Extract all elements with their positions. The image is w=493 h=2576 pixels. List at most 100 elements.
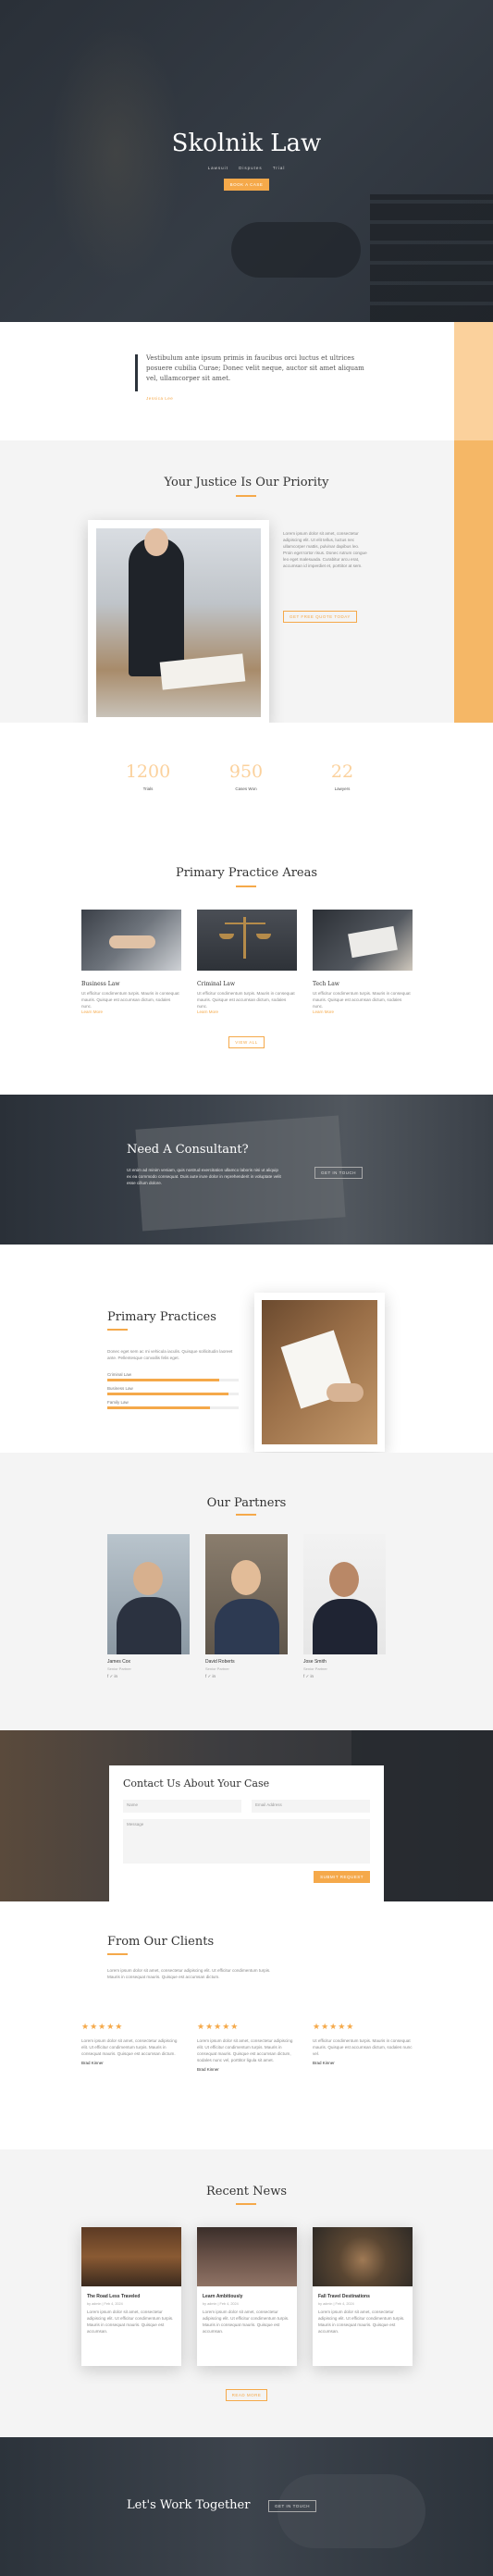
practice-card-body: Ut efficitur condimentum turpis. Mauris … — [197, 991, 295, 1009]
quote-author: Jessica Lee — [146, 396, 174, 401]
skill-fill — [107, 1406, 210, 1409]
rating-stars: ★★★★★ — [81, 2022, 124, 2031]
justice-image-frame — [88, 520, 269, 723]
testimonial-text: Lorem ipsum dolor sit amet, consectetur … — [81, 2038, 178, 2056]
practice-section: Primary Practice Areas Business Law Ut e… — [0, 826, 493, 1095]
testimonial-3: ★★★★★ Ut efficitur condimentum turpis. M… — [313, 2022, 413, 2065]
news-card-2[interactable]: Learn Ambitiously by admin | Feb 4, 2024… — [197, 2227, 297, 2366]
stat-trials: 1200 Trials — [111, 762, 185, 791]
footer-cta-title: Let's Work Together — [127, 2498, 251, 2512]
news-card-body: Lorem ipsum dolor sit amet, consectetur … — [203, 2310, 290, 2334]
practice-card-link[interactable]: Learn More — [313, 1009, 413, 1014]
news-card-1[interactable]: The Road Less Traveled by admin | Feb 4,… — [81, 2227, 181, 2366]
skill-fill — [107, 1393, 228, 1395]
stat-lawyers: 22 Lawyers — [305, 762, 379, 791]
footer-cta-button[interactable]: Get in Touch — [268, 2500, 317, 2512]
rating-stars: ★★★★★ — [313, 2022, 355, 2031]
partner-role: Senior Partner — [303, 1666, 327, 1671]
submit-request-button[interactable]: Submit Request — [314, 1871, 370, 1883]
practice-card-body: Ut efficitur condimentum turpis. Mauris … — [313, 991, 411, 1009]
practice-card-body: Ut efficitur condimentum turpis. Mauris … — [81, 991, 179, 1009]
testimonial-name: Brad Kinner — [81, 2061, 104, 2065]
accent-stripe-light — [454, 322, 493, 440]
partner-card-james: James Cox Senior Partner f ✓ in — [107, 1534, 190, 1679]
practice-image — [81, 910, 181, 971]
stats-section: 1200 Trials 950 Cases Won 22 Lawyers — [0, 723, 493, 826]
practice-card-link[interactable]: Learn More — [197, 1009, 297, 1014]
contact-form-card: Contact Us About Your Case Name Email Ad… — [109, 1765, 384, 1901]
partner-name: David Roberts — [205, 1659, 235, 1665]
testimonial-text: Ut efficitur condimentum turpis. Mauris … — [313, 2038, 413, 2056]
testimonial-name: Brad Kinner — [313, 2061, 335, 2065]
justice-cta-button[interactable]: Get Free Quote Today — [283, 611, 357, 623]
consult-cta-button[interactable]: Get in Touch — [314, 1167, 364, 1179]
news-card-body: Lorem ipsum dolor sit amet, consectetur … — [318, 2310, 405, 2334]
partner-photo — [303, 1534, 386, 1654]
hero-cta-button[interactable]: Book a Case — [223, 179, 270, 191]
partner-social-icons[interactable]: f ✓ in — [303, 1674, 386, 1679]
message-field[interactable]: Message — [123, 1819, 370, 1864]
news-image — [313, 2227, 413, 2286]
practice-image — [197, 910, 297, 971]
partner-name: Jose Smith — [303, 1659, 327, 1665]
quote-border — [135, 354, 138, 391]
skills-body: Donec eget sem ac mi vehicula iaculis. Q… — [107, 1349, 233, 1360]
hero-nav-item-disputes[interactable]: Disputes — [239, 166, 263, 170]
quote-section: Vestibulum ante ipsum primis in faucibus… — [0, 322, 493, 440]
hero-bg-books — [370, 194, 493, 322]
skills-title: Primary Practices — [107, 1310, 216, 1324]
partner-card-david: David Roberts Senior Partner f ✓ in — [205, 1534, 288, 1679]
justice-body: Lorem ipsum dolor sit amet, consectetur … — [283, 531, 367, 568]
contact-section: Contact Us About Your Case Name Email Ad… — [0, 1730, 493, 1901]
news-title: Recent News — [205, 2185, 288, 2198]
partner-photo — [107, 1534, 190, 1654]
news-section: Recent News The Road Less Traveled by ad… — [0, 2149, 493, 2437]
footer-cta-section: Let's Work Together Get in Touch — [0, 2437, 493, 2576]
practice-card-criminal[interactable]: Criminal Law Ut efficitur condimentum tu… — [197, 910, 297, 1014]
skill-label: Criminal Law — [107, 1372, 132, 1377]
stat-label: Trials — [142, 786, 154, 791]
practice-card-tech[interactable]: Tech Law Ut efficitur condimentum turpis… — [313, 910, 413, 1014]
partner-role: Senior Partner — [205, 1666, 229, 1671]
news-card-title: Learn Ambitiously — [203, 2294, 243, 2299]
stat-value: 950 — [228, 762, 264, 782]
consult-body: Ut enim ad minim veniam, quis nostrud ex… — [127, 1168, 281, 1185]
hero-nav: Lawsuit Disputes Trial — [0, 166, 493, 170]
quote-text: Vestibulum ante ipsum primis in faucibus… — [146, 354, 364, 382]
skills-image-frame — [254, 1293, 385, 1452]
view-all-button[interactable]: View All — [228, 1036, 265, 1048]
partner-social-icons[interactable]: f ✓ in — [107, 1674, 190, 1679]
testimonial-2: ★★★★★ Lorem ipsum dolor sit amet, consec… — [197, 2022, 297, 2072]
news-image — [197, 2227, 297, 2286]
justice-image — [96, 528, 261, 717]
name-field[interactable]: Name — [123, 1800, 241, 1813]
clients-intro: Lorem ipsum dolor sit amet, consectetur … — [107, 1968, 271, 1979]
skill-bar-criminal: Criminal Law — [107, 1372, 239, 1381]
hero-title: Skolnik Law — [171, 130, 322, 157]
stat-label: Cases Won — [235, 786, 257, 791]
practice-card-link[interactable]: Learn More — [81, 1009, 181, 1014]
partner-card-jose: Jose Smith Senior Partner f ✓ in — [303, 1534, 386, 1679]
practice-card-title: Business Law — [81, 981, 120, 987]
news-card-meta: by admin | Feb 4, 2024 — [87, 2302, 123, 2306]
practice-card-business[interactable]: Business Law Ut efficitur condimentum tu… — [81, 910, 181, 1014]
hero-nav-item-lawsuit[interactable]: Lawsuit — [208, 166, 228, 170]
stat-value: 22 — [330, 762, 354, 782]
news-card-3[interactable]: Fall Travel Destinations by admin | Feb … — [313, 2227, 413, 2366]
consult-title: Need A Consultant? — [127, 1143, 249, 1157]
partner-social-icons[interactable]: f ✓ in — [205, 1674, 288, 1679]
read-more-button[interactable]: Read More — [225, 2389, 268, 2401]
testimonial-text: Lorem ipsum dolor sit amet, consectetur … — [197, 2038, 293, 2062]
news-card-title: Fall Travel Destinations — [318, 2294, 370, 2299]
news-card-meta: by admin | Feb 4, 2024 — [318, 2302, 354, 2306]
testimonial-name: Brad Kinner — [197, 2067, 219, 2072]
stat-label: Lawyers — [334, 786, 351, 791]
hero-nav-item-trial[interactable]: Trial — [273, 166, 286, 170]
partner-role: Senior Partner — [107, 1666, 131, 1671]
justice-title: Your Justice Is Our Priority — [164, 476, 329, 489]
partners-section: Our Partners James Cox Senior Partner f … — [0, 1453, 493, 1730]
skill-label: Family Law — [107, 1400, 129, 1405]
email-field[interactable]: Email Address — [252, 1800, 370, 1813]
stat-value: 1200 — [125, 762, 171, 782]
skill-fill — [107, 1379, 219, 1381]
